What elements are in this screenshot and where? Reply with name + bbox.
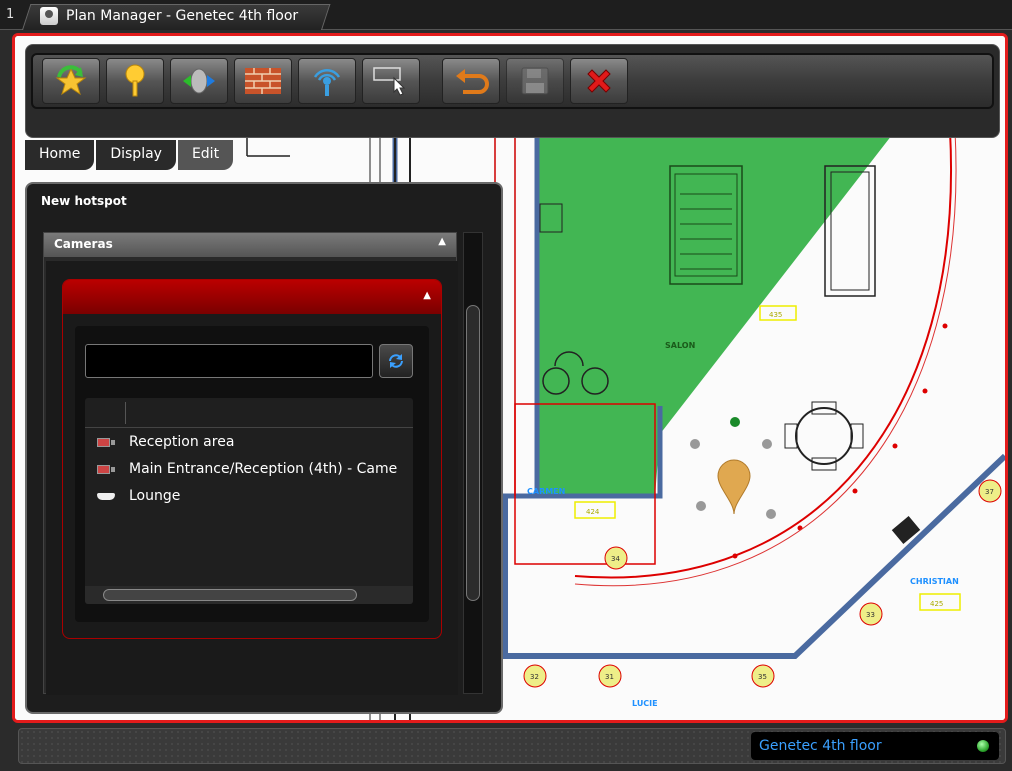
camera-picker: ▲ Reception area Main Entrance/Reception… <box>62 279 442 639</box>
status-bar: Genetec 4th floor <box>18 728 1006 764</box>
room-label-33: 33 <box>866 611 875 619</box>
delete-icon <box>587 69 611 93</box>
select-area-button[interactable] <box>362 58 420 104</box>
wall-button[interactable] <box>234 58 292 104</box>
camera-picker-header[interactable]: ▲ <box>63 280 441 314</box>
undo-icon <box>456 69 489 94</box>
room-label-32: 32 <box>530 673 539 681</box>
new-hotspot-panel: New hotspot Cameras ▲ ▲ Reception area M… <box>25 182 503 714</box>
map-canvas-frame: 424 CARMEN 34 CHRISTIAN 425 33 37 LUCIE … <box>12 33 1008 723</box>
room-label-425: 425 <box>930 600 943 608</box>
room-label-christian: CHRISTIAN <box>910 577 959 586</box>
map-selector[interactable]: Genetec 4th floor <box>751 732 999 760</box>
delete-button[interactable] <box>570 58 628 104</box>
current-map-label: Genetec 4th floor <box>759 738 882 754</box>
select-area-icon <box>373 67 406 96</box>
camera-list: Reception area Main Entrance/Reception (… <box>85 398 413 604</box>
refresh-icon <box>389 354 403 368</box>
intercom-button[interactable] <box>298 58 356 104</box>
tab-home[interactable]: Home <box>25 140 95 170</box>
room-label-37: 37 <box>985 488 994 496</box>
room-label-31: 31 <box>605 673 614 681</box>
camera-search-input[interactable] <box>85 344 373 378</box>
task-tab-bar: 1 Plan Manager - Genetec 4th floor <box>0 0 1012 30</box>
room-label-435: 435 <box>769 311 782 319</box>
tab-display[interactable]: Display <box>96 140 176 170</box>
cameras-section: Cameras ▲ ▲ Reception area Main Entrance… <box>43 232 458 695</box>
add-hotspot-icon <box>125 64 145 97</box>
scrollbar-thumb[interactable] <box>466 305 480 601</box>
tab-index: 1 <box>6 7 15 22</box>
ribbon-tabs: Home Display Edit <box>25 140 235 170</box>
refresh-map-icon <box>55 65 87 96</box>
dome-camera-icon <box>95 490 117 502</box>
room-label-carmen: CARMEN <box>527 487 565 496</box>
list-item[interactable]: Main Entrance/Reception (4th) - Came <box>85 455 413 482</box>
camera-list-header <box>85 398 413 428</box>
door-button[interactable] <box>170 58 228 104</box>
scrollbar-thumb[interactable] <box>103 589 357 601</box>
list-item[interactable]: Reception area <box>85 428 413 455</box>
collapse-arrow-icon[interactable]: ▲ <box>438 236 446 247</box>
room-label-lucie: LUCIE <box>632 699 658 708</box>
room-label-salon: SALON <box>665 341 695 350</box>
undo-button[interactable] <box>442 58 500 104</box>
collapse-arrow-icon[interactable]: ▲ <box>423 290 431 301</box>
horizontal-scrollbar[interactable] <box>85 586 413 604</box>
tab-title: Plan Manager - Genetec 4th floor <box>66 8 299 24</box>
refresh-map-button[interactable] <box>42 58 100 104</box>
intercom-icon <box>313 68 341 96</box>
list-item[interactable]: Lounge <box>85 482 413 509</box>
room-label-34: 34 <box>611 555 620 563</box>
add-hotspot-button[interactable] <box>106 58 164 104</box>
fixed-camera-icon <box>95 463 117 475</box>
panel-title: New hotspot <box>41 194 127 208</box>
save-icon <box>521 67 549 95</box>
map-toolbar <box>31 53 994 109</box>
wall-icon <box>245 68 281 94</box>
plan-manager-icon <box>40 7 58 25</box>
tab-edit[interactable]: Edit <box>177 140 234 170</box>
room-label-424: 424 <box>586 508 600 516</box>
fixed-camera-icon <box>95 436 117 448</box>
status-led-icon <box>977 740 989 752</box>
save-button[interactable] <box>506 58 564 104</box>
vertical-scrollbar[interactable] <box>463 232 483 694</box>
room-label-35: 35 <box>758 673 767 681</box>
cameras-section-title: Cameras <box>54 237 113 251</box>
door-icon <box>183 68 215 94</box>
toolbar-container <box>25 44 1000 138</box>
plan-manager-window: 1 Plan Manager - Genetec 4th floor 424 C… <box>0 0 1012 771</box>
refresh-button[interactable] <box>379 344 413 378</box>
cameras-section-header[interactable]: Cameras ▲ <box>44 233 456 257</box>
